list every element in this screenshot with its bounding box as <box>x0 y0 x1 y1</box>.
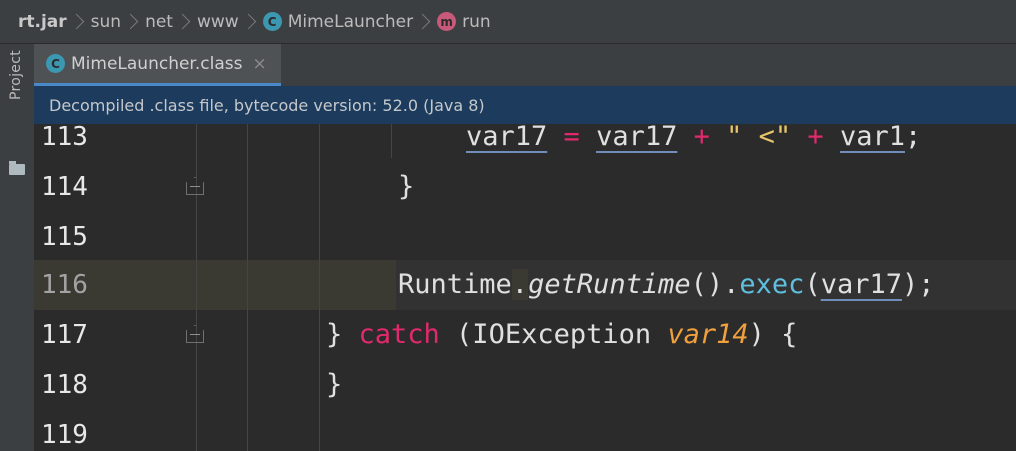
method-icon: m <box>437 12 457 31</box>
project-tool-button[interactable]: Project <box>8 50 24 100</box>
class-icon: C <box>46 54 65 73</box>
code-line: 113 var17 = var17 + " <" + var1; <box>34 124 1016 162</box>
chevron-right-icon <box>419 13 429 31</box>
folder-icon[interactable] <box>9 161 25 175</box>
code-editor[interactable]: 113 var17 = var17 + " <" + var1; 114 } 1… <box>34 124 1016 451</box>
code-line-current: 116 Runtime.getRuntime().exec(var17); <box>34 260 1016 310</box>
indent-guide <box>196 124 197 451</box>
class-icon: C <box>262 12 282 31</box>
indent-guide <box>319 124 320 451</box>
breadcrumb-item-www[interactable]: www <box>197 12 239 32</box>
code-text: Runtime.getRuntime().exec(var17); <box>398 269 935 300</box>
code-line: 115 <box>34 212 1016 262</box>
line-number: 116 <box>41 270 88 300</box>
breadcrumb-item-sun[interactable]: sun <box>91 12 121 32</box>
tab-label: MimeLauncher.class <box>71 53 243 74</box>
code-line: 119 <box>34 410 1016 451</box>
indent-guide <box>247 124 248 451</box>
code-text: } <box>326 369 343 400</box>
breadcrumb-item-jar[interactable]: rt.jar <box>18 12 67 32</box>
code-line: 118 } <box>34 360 1016 410</box>
breadcrumb-item-run[interactable]: m run <box>437 12 491 32</box>
code-line: 117 } catch (IOException var14) { <box>34 310 1016 360</box>
tool-window-strip: Project <box>0 44 35 451</box>
close-icon[interactable]: × <box>252 54 266 74</box>
line-number: 115 <box>41 222 88 252</box>
code-text: } catch (IOException var14) { <box>326 319 798 350</box>
chevron-right-icon <box>245 13 255 31</box>
breadcrumb-item-mimelauncher[interactable]: C MimeLauncher <box>262 12 413 32</box>
indent-guide <box>391 124 392 158</box>
line-number: 114 <box>41 172 88 202</box>
code-text: var17 = var17 + " <" + var1; <box>466 124 922 152</box>
breadcrumb: rt.jar sun net www C MimeLauncher m run <box>0 0 1016 44</box>
banner-text: Decompiled .class file, bytecode version… <box>49 95 485 115</box>
breadcrumb-item-net[interactable]: net <box>145 12 173 32</box>
chevron-right-icon <box>127 13 137 31</box>
editor-tab-bar: C MimeLauncher.class × <box>34 44 1016 87</box>
code-text: } <box>398 171 415 202</box>
line-number: 118 <box>41 370 88 400</box>
chevron-right-icon <box>179 13 189 31</box>
decompiled-banner: Decompiled .class file, bytecode version… <box>34 86 1016 124</box>
code-line: 114 } <box>34 162 1016 212</box>
line-number: 113 <box>41 124 88 152</box>
tab-mimelauncher-class[interactable]: C MimeLauncher.class × <box>34 44 281 86</box>
line-number: 117 <box>41 320 88 350</box>
line-number: 119 <box>41 420 88 450</box>
chevron-right-icon <box>73 13 83 31</box>
